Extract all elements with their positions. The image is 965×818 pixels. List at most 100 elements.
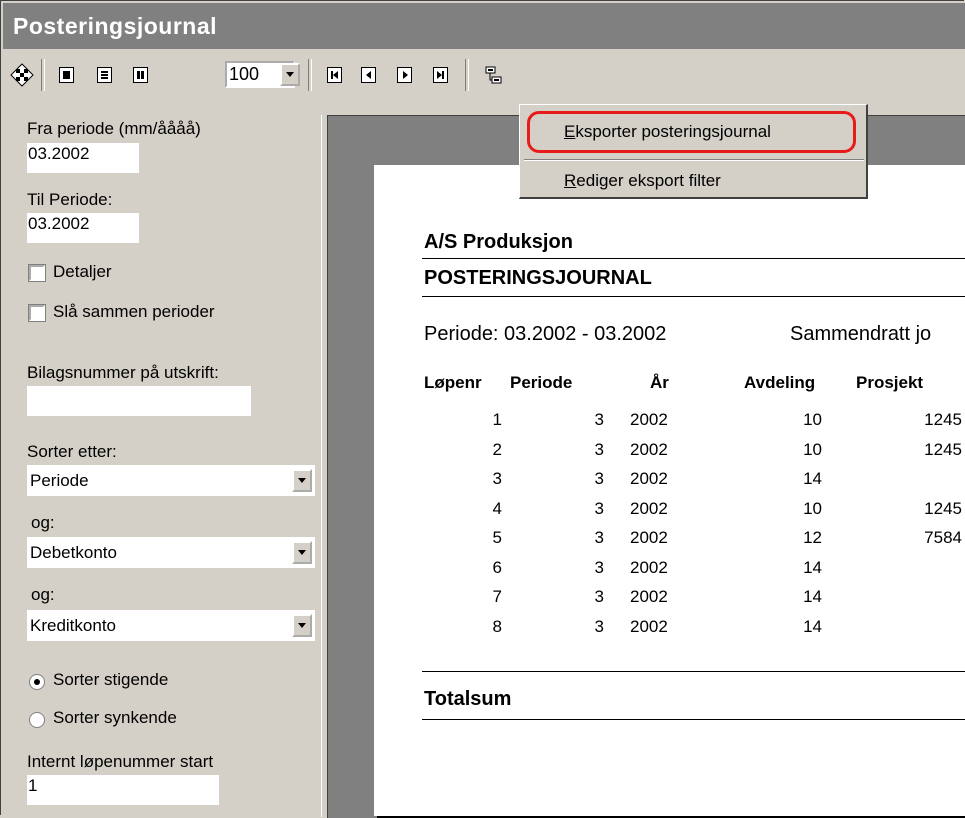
table-cell: 1245 [924,410,962,429]
sorter-stigende-label: Sorter stigende [53,670,169,689]
next-page-button[interactable] [391,62,417,88]
table-cell: 14 [803,616,822,636]
last-page-icon [432,67,448,83]
report-rule [422,296,965,297]
report-periode: Periode: 03.2002 - 03.2002 [424,323,667,345]
detaljer-label: Detaljer [53,262,112,281]
chevron-down-icon [298,478,306,483]
two-pages-icon[interactable] [91,62,117,88]
chevron-down-icon [286,72,294,77]
table-cell: 2002 [630,616,668,636]
sorter-synkende-radio[interactable] [29,712,45,728]
table-cell: 5 [492,528,502,547]
table-cell: 1245 [924,498,962,518]
og1-label: og: [31,513,55,532]
report-rule [422,258,965,259]
sort3-value: Kreditkonto [30,616,116,635]
sort2-select[interactable]: Debetkonto [27,537,315,568]
table-cell: 3 [594,557,604,577]
print-setup-icon[interactable] [9,62,35,88]
til-periode-label: Til Periode: [27,190,113,209]
bilagsnummer-field[interactable] [27,386,251,416]
til-periode-field[interactable]: 03.2002 [27,213,139,243]
sort1-select[interactable]: Periode [27,465,315,496]
chevron-down-icon [298,550,306,555]
table-cell: 2002 [630,439,668,459]
table-cell: 3 [594,616,604,636]
table-cell: 10 [803,410,822,429]
fra-periode-label: Fra periode (mm/åååå) [27,119,201,138]
table-cell: 3 [594,410,604,429]
table-cell: 6 [492,557,502,577]
report-title: POSTERINGSJOURNAL [424,267,652,289]
window-title: Posteringsjournal [3,3,965,49]
toolbar-separator [465,59,469,91]
table-cell: 1245 [924,439,962,459]
column-header: Avdeling [744,373,816,392]
table-cell: 14 [803,469,822,488]
detaljer-checkbox[interactable] [28,264,46,282]
report-rule [422,671,965,672]
one-page-icon[interactable] [53,62,79,88]
chevron-down-icon [298,623,306,628]
table-cell: 2002 [630,498,668,518]
last-page-button[interactable] [427,62,453,88]
report-total-label: Totalsum [424,688,512,710]
column-header: År [650,373,669,392]
table-cell: 14 [803,587,822,606]
table-cell: 2002 [630,469,668,488]
toolbar: 100 [3,51,965,101]
menu-separator [524,159,864,161]
sort3-select[interactable]: Kreditkonto [27,610,315,641]
sort1-value: Periode [30,471,89,490]
report-company: A/S Produksjon [424,231,573,253]
table-cell: 1 [492,410,502,429]
next-page-icon [396,67,412,83]
table-cell: 2002 [630,557,668,577]
lopenummer-label: Internt løpenummer start [27,752,214,771]
table-cell: 3 [594,498,604,518]
lopenummer-field[interactable]: 1 [27,775,219,805]
filter-panel: Fra periode (mm/åååå) 03.2002 Til Period… [3,115,321,817]
sort3-dropdown-button[interactable] [292,614,312,637]
previous-page-icon [360,67,376,83]
sort1-dropdown-button[interactable] [292,469,312,492]
table-cell: 14 [803,557,822,577]
report-sammendratt: Sammendratt jo [790,323,932,345]
table-cell: 10 [803,439,822,459]
report-rule [422,719,965,720]
table-cell: 7584 [924,528,962,547]
table-cell: 3 [594,528,604,547]
highlight-annotation [527,111,856,153]
zoom-dropdown-button[interactable] [280,63,300,86]
column-header: Løpenr [424,373,482,392]
sorter-synkende-label: Sorter synkende [53,708,177,727]
table-cell: 2002 [630,410,668,429]
export-icon [485,66,502,84]
toolbar-separator [41,59,45,91]
table-cell: 3 [594,469,604,488]
table-cell: 4 [492,498,502,518]
sorter-stigende-radio[interactable] [29,674,45,690]
toolbar-separator [308,59,312,91]
table-cell: 3 [594,439,604,459]
sla-sammen-checkbox[interactable] [28,304,46,322]
panel-divider[interactable] [321,115,326,817]
sla-sammen-label: Slå sammen perioder [53,302,215,321]
previous-page-button[interactable] [355,62,381,88]
table-cell: 12 [803,528,822,547]
table-cell: 7 [492,587,502,606]
table-cell: 2002 [630,528,668,547]
multi-pages-icon[interactable] [127,62,153,88]
table-cell: 8 [492,616,502,636]
fra-periode-field[interactable]: 03.2002 [27,143,139,173]
menu-item-edit-filter[interactable]: Rediger eksport filter [564,171,721,191]
table-cell: 3 [594,587,604,606]
menu-item-edit-mnemonic: R [564,171,577,190]
sort2-dropdown-button[interactable] [292,541,312,564]
first-page-button[interactable] [321,62,347,88]
column-header: Periode [510,373,573,392]
table-cell: 10 [803,498,822,518]
sorter-etter-label: Sorter etter: [27,442,117,461]
export-button[interactable] [481,62,507,88]
